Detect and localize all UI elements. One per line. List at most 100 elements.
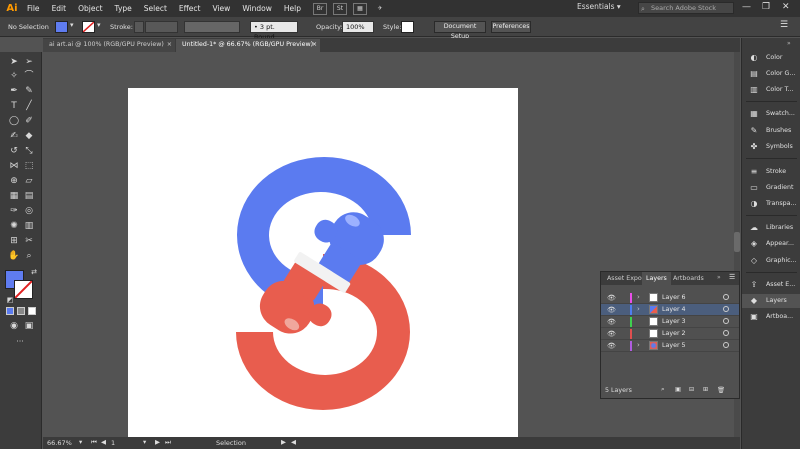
tab-close-icon[interactable]: ×: [167, 39, 172, 51]
type-tool-icon[interactable]: T: [8, 100, 20, 112]
menu-type[interactable]: Type: [109, 4, 138, 13]
stroke-color-box[interactable]: [14, 280, 33, 299]
new-layer-icon[interactable]: ⊞: [703, 386, 708, 393]
stock-search-input[interactable]: ⌕ Search Adobe Stock: [638, 2, 734, 14]
tab-untitled[interactable]: Untitled-1* @ 66.67% (RGB/GPU Preview) ×: [176, 39, 320, 52]
stroke-dropdown-icon[interactable]: ▾: [97, 21, 101, 29]
stroke-swatch[interactable]: [82, 21, 95, 33]
layer-target-icon[interactable]: [723, 330, 729, 336]
dock-gradient[interactable]: ▭ Gradient: [742, 181, 800, 195]
draw-mode-icon[interactable]: ◉: [8, 320, 20, 332]
symbol-sprayer-tool-icon[interactable]: ✺: [8, 220, 20, 232]
scale-tool-icon[interactable]: ⤡: [23, 145, 35, 157]
layer-target-icon[interactable]: [723, 306, 729, 312]
dock-asset-export[interactable]: ⇪ Asset E...: [742, 278, 800, 292]
menu-effect[interactable]: Effect: [173, 4, 207, 13]
gradient-tool-icon[interactable]: ▤: [23, 190, 35, 202]
rotate-tool-icon[interactable]: ↺: [8, 145, 20, 157]
layer-target-icon[interactable]: [723, 294, 729, 300]
paintbrush-tool-icon[interactable]: ✐: [23, 115, 35, 127]
hand-tool-icon[interactable]: ✋: [8, 250, 20, 262]
menu-help[interactable]: Help: [278, 4, 307, 13]
visibility-eye-icon[interactable]: 👁: [607, 294, 616, 302]
ellipse-tool-icon[interactable]: ◯: [8, 115, 20, 127]
dock-graphic-styles[interactable]: ◇ Graphic...: [742, 254, 800, 268]
variable-width-profile[interactable]: [184, 21, 240, 33]
preferences-button[interactable]: Preferences: [491, 21, 531, 33]
magic-wand-tool-icon[interactable]: ✧: [8, 70, 20, 82]
direct-selection-tool-icon[interactable]: ➢: [23, 56, 35, 68]
dock-color-guide[interactable]: ▤ Color G...: [742, 67, 800, 81]
selection-tool-icon[interactable]: ➤: [8, 56, 20, 68]
feather-icon[interactable]: ✈: [373, 3, 387, 15]
menu-file[interactable]: File: [21, 4, 46, 13]
gradient-mode-icon[interactable]: [17, 307, 25, 315]
dock-libraries[interactable]: ☁ Libraries: [742, 221, 800, 235]
artboard-number[interactable]: 1: [111, 439, 115, 447]
dock-transparency[interactable]: ◑ Transpa...: [742, 197, 800, 211]
layer-row[interactable]: 👁 › Layer 6: [601, 292, 739, 304]
layer-row[interactable]: 👁 › Layer 5: [601, 340, 739, 352]
grid-icon[interactable]: ▦: [353, 2, 367, 15]
dock-artboards[interactable]: ▣ Artboa...: [742, 310, 800, 324]
style-swatch[interactable]: [401, 21, 414, 33]
line-tool-icon[interactable]: ╱: [23, 100, 35, 112]
free-transform-tool-icon[interactable]: ⬚: [23, 160, 35, 172]
mesh-tool-icon[interactable]: ▦: [8, 190, 20, 202]
visibility-eye-icon[interactable]: 👁: [607, 306, 616, 314]
artboard[interactable]: [128, 88, 518, 437]
lasso-tool-icon[interactable]: ⌒: [23, 70, 35, 82]
layer-target-icon[interactable]: [723, 318, 729, 324]
bridge-icon[interactable]: Br: [313, 2, 327, 15]
zoom-level[interactable]: 66.67%: [47, 439, 72, 447]
artboard-dropdown-icon[interactable]: ▾: [143, 438, 146, 446]
eyedropper-tool-icon[interactable]: ✑: [8, 205, 20, 217]
visibility-eye-icon[interactable]: 👁: [607, 318, 616, 326]
panel-options-icon[interactable]: ☰: [729, 273, 735, 281]
curvature-tool-icon[interactable]: ✎: [23, 85, 35, 97]
opacity-input[interactable]: 100%: [342, 21, 374, 33]
blend-tool-icon[interactable]: ◎: [23, 205, 35, 217]
layer-row[interactable]: 👁 › Layer 4: [601, 304, 739, 316]
eraser-tool-icon[interactable]: ◆: [23, 130, 35, 142]
menu-window[interactable]: Window: [236, 4, 278, 13]
locate-object-icon[interactable]: ⌕: [661, 386, 665, 394]
document-setup-button[interactable]: Document Setup: [434, 21, 486, 40]
fill-dropdown-icon[interactable]: ▾: [70, 21, 74, 29]
width-tool-icon[interactable]: ⋈: [8, 160, 20, 172]
maximize-icon[interactable]: ❐: [762, 2, 770, 12]
menu-edit[interactable]: Edit: [46, 4, 73, 13]
dock-color[interactable]: ◐ Color: [742, 51, 800, 65]
shaper-tool-icon[interactable]: ✍: [8, 130, 20, 142]
minimize-icon[interactable]: —: [742, 2, 751, 12]
status-left-icon[interactable]: ◀: [291, 438, 296, 446]
menu-view[interactable]: View: [207, 4, 237, 13]
collapse-dock-icon[interactable]: »: [787, 40, 791, 47]
edit-toolbar-icon[interactable]: ···: [14, 336, 26, 348]
slice-tool-icon[interactable]: ✂: [23, 235, 35, 247]
panel-menu-icon[interactable]: ☰: [780, 20, 788, 30]
none-mode-icon[interactable]: [28, 307, 36, 315]
first-artboard-icon[interactable]: ⏮: [91, 438, 97, 447]
color-mode-icon[interactable]: [6, 307, 14, 315]
tab-close-icon[interactable]: ×: [312, 39, 317, 51]
stroke-weight-input[interactable]: [145, 21, 178, 33]
shape-builder-tool-icon[interactable]: ⊕: [8, 175, 20, 187]
stock-icon[interactable]: St: [333, 2, 347, 15]
expand-arrow-icon[interactable]: ›: [637, 341, 640, 349]
swap-fill-stroke-icon[interactable]: ⇄: [28, 266, 40, 278]
pen-tool-icon[interactable]: ✒: [8, 85, 20, 97]
tab-layers[interactable]: Layers: [642, 272, 671, 285]
delete-layer-icon[interactable]: 🗑: [717, 386, 725, 394]
screen-mode-icon[interactable]: ▣: [23, 320, 35, 332]
last-artboard-icon[interactable]: ⏭: [165, 438, 171, 447]
tab-artboards[interactable]: Artboards: [669, 272, 708, 285]
expand-arrow-icon[interactable]: ›: [637, 305, 640, 313]
zoom-dropdown-icon[interactable]: ▾: [79, 438, 82, 446]
vertical-scroll-thumb[interactable]: [734, 232, 740, 252]
perspective-grid-tool-icon[interactable]: ▱: [23, 175, 35, 187]
expand-icon[interactable]: »: [717, 274, 721, 281]
zoom-tool-icon[interactable]: ⌕: [23, 250, 35, 262]
graph-tool-icon[interactable]: ▥: [23, 220, 35, 232]
stroke-stepper[interactable]: [134, 21, 144, 33]
